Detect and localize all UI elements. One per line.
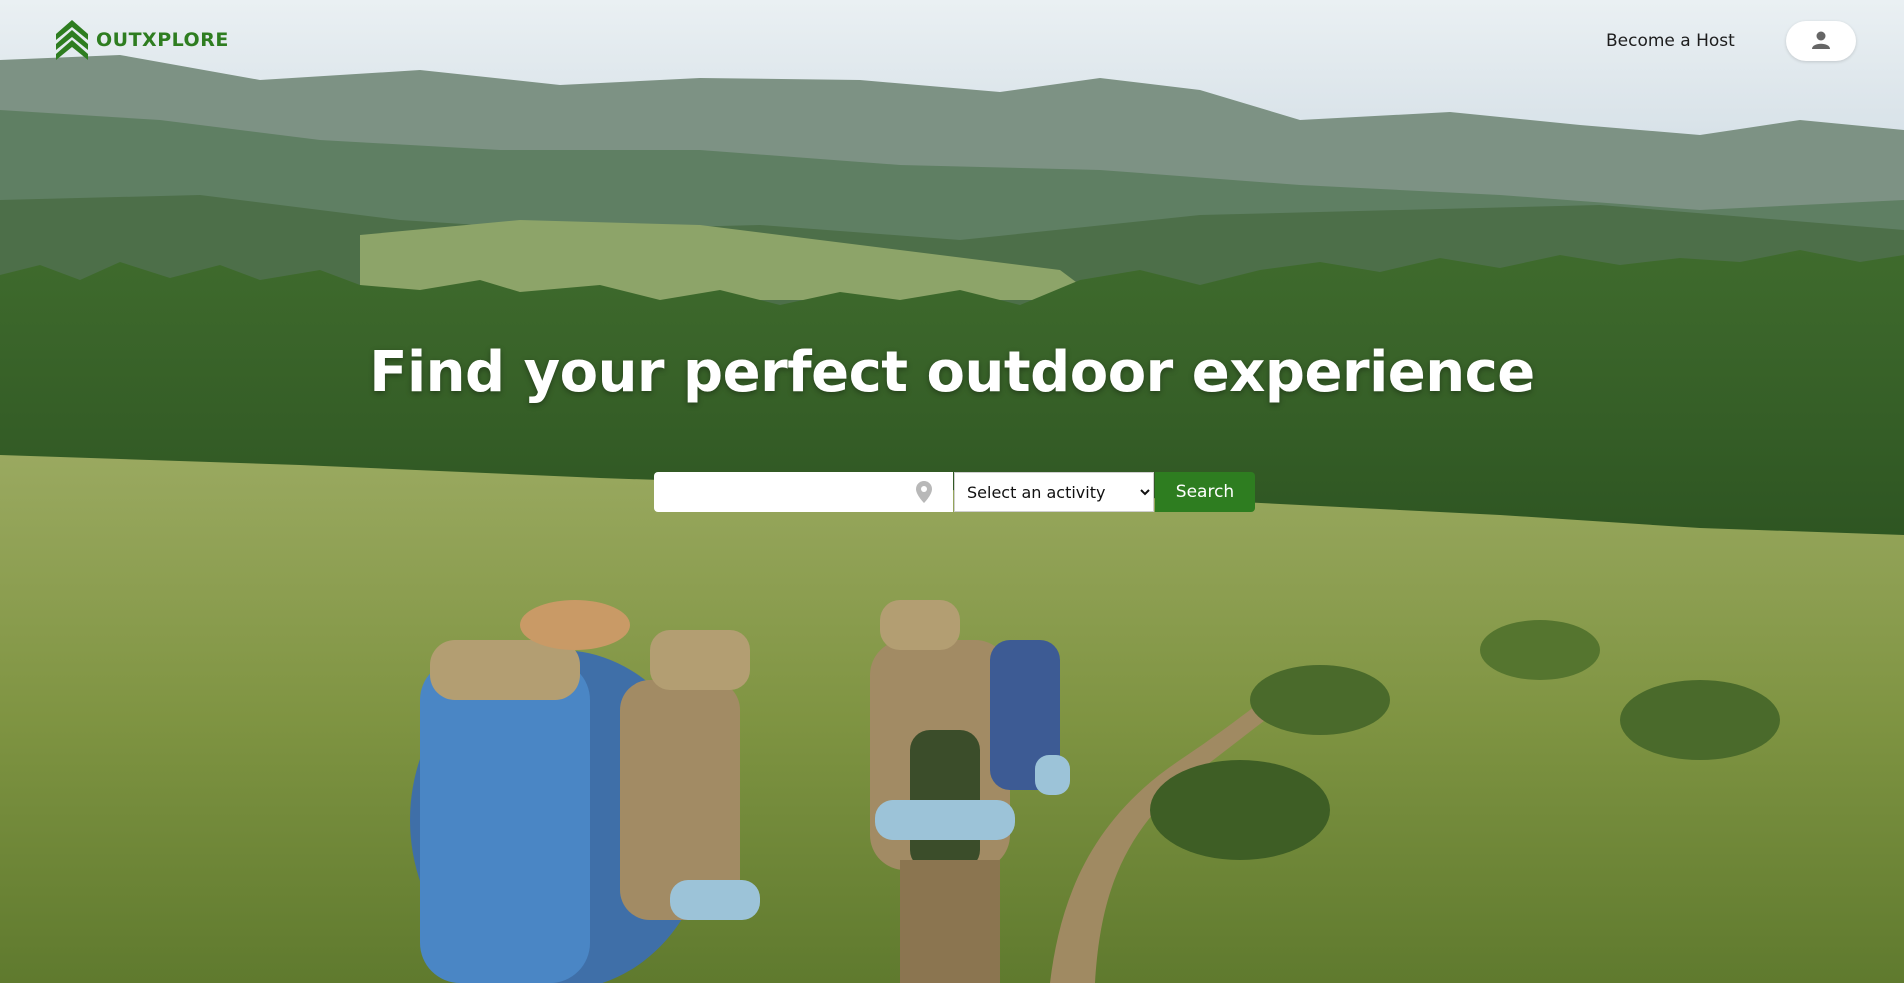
search-bar: Select an activity Search bbox=[654, 472, 1255, 512]
activity-select[interactable]: Select an activity bbox=[954, 472, 1154, 512]
location-field-wrapper bbox=[654, 472, 953, 512]
hero-headline: Find your perfect outdoor experience bbox=[369, 340, 1535, 405]
profile-button[interactable] bbox=[1786, 21, 1856, 61]
double-chevron-up-icon bbox=[56, 20, 88, 60]
brand-name: OUTXPLORE bbox=[96, 29, 229, 51]
brand-logo-link[interactable]: OUTXPLORE bbox=[56, 20, 229, 60]
location-input[interactable] bbox=[654, 472, 914, 512]
map-pin-icon bbox=[916, 481, 932, 503]
user-icon bbox=[1812, 31, 1830, 52]
search-button[interactable]: Search bbox=[1155, 472, 1255, 512]
page: OUTXPLORE Become a Host Find your perfec… bbox=[0, 0, 1904, 983]
become-host-link[interactable]: Become a Host bbox=[1606, 31, 1735, 51]
